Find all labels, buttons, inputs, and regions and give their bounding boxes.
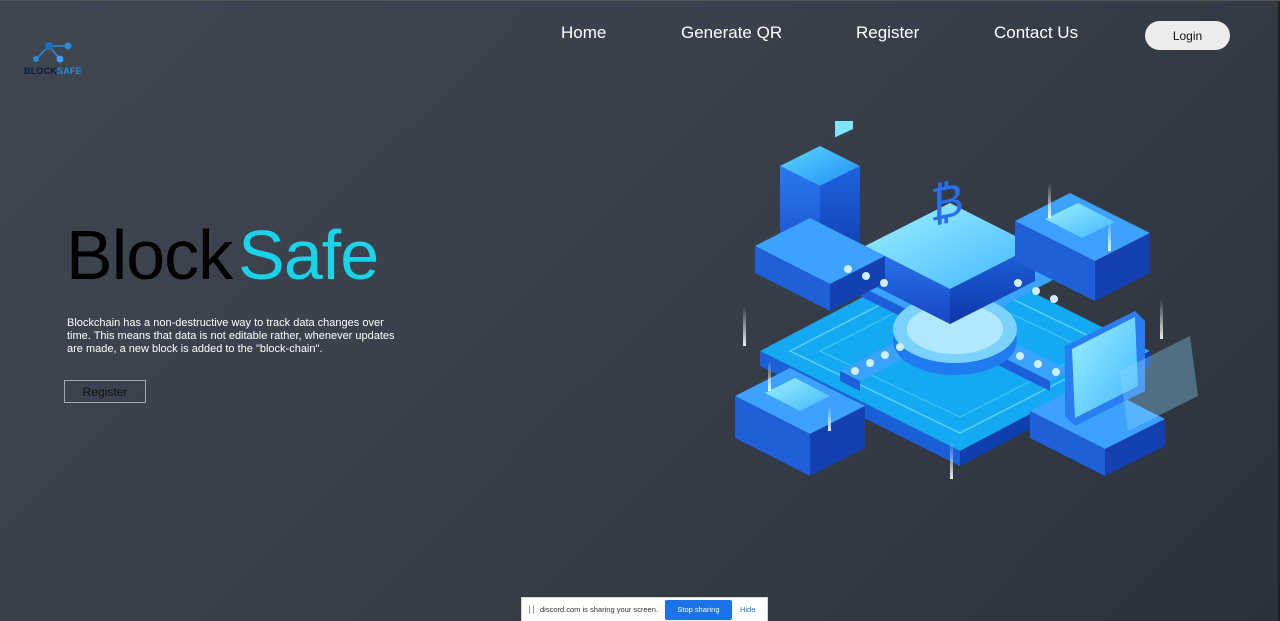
- bitcoin-symbol: ₿: [930, 172, 964, 233]
- nav-home[interactable]: Home: [561, 23, 606, 43]
- nav-generate-qr[interactable]: Generate QR: [681, 23, 782, 43]
- stop-sharing-button[interactable]: Stop sharing: [664, 599, 732, 620]
- hero-register-button[interactable]: Register: [64, 380, 146, 403]
- share-message: discord.com is sharing your screen.: [540, 605, 658, 614]
- page: BLOCKSAFE Home Generate QR Register Cont…: [0, 0, 1280, 621]
- hide-link[interactable]: Hide: [740, 605, 755, 614]
- main-nav: Home Generate QR Register Contact Us: [0, 21, 1280, 45]
- logo-word-block: BLOCK: [24, 66, 57, 76]
- isometric-blockchain-bitcoin-illustration: ₿: [735, 108, 1198, 479]
- logo-word-safe: SAFE: [57, 66, 82, 76]
- drag-handle-icon[interactable]: [529, 605, 534, 614]
- nav-contact-us[interactable]: Contact Us: [994, 23, 1078, 43]
- blockchain-illustration: ₿: [720, 108, 1220, 501]
- hero-title-safe: Safe: [238, 216, 379, 294]
- logo-text: BLOCKSAFE: [24, 66, 82, 76]
- nav-register[interactable]: Register: [856, 23, 919, 43]
- hero-title: BlockSafe: [66, 215, 379, 295]
- hero-description: Blockchain has a non-destructive way to …: [67, 317, 395, 355]
- screen-share-bar: discord.com is sharing your screen. Stop…: [521, 597, 768, 621]
- login-button[interactable]: Login: [1145, 21, 1230, 50]
- hero-title-block: Block: [66, 216, 233, 294]
